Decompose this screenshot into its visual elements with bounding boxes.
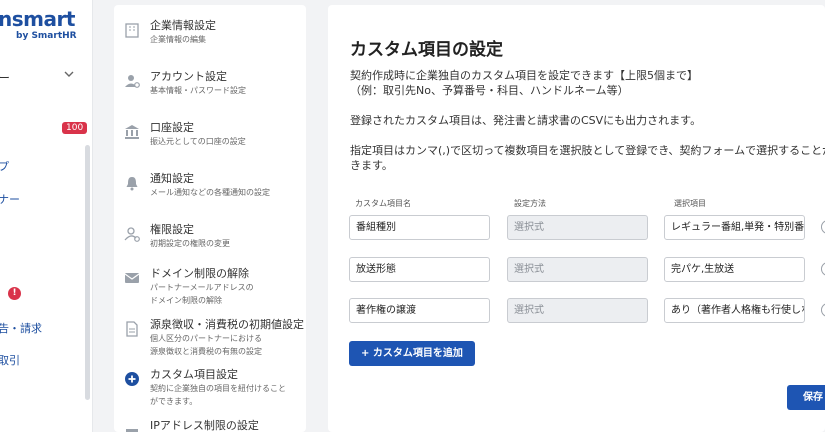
add-custom-field-button[interactable]: + カスタム項目を追加 (349, 341, 475, 366)
menu-item-title: 権限設定 (150, 223, 194, 236)
description-line-3: 登録されたカスタム項目は、発注書と請求書のCSVにも出力されます。 (350, 114, 702, 127)
menu-item-desc-line: 源泉徴収と消費税の有無の設定 (150, 347, 262, 356)
bank-icon (125, 125, 139, 139)
menu-item-title: カスタム項目設定 (150, 368, 238, 381)
custom-field-method-select: 選択式 (507, 298, 648, 323)
menu-item-title: 企業情報設定 (150, 19, 216, 32)
nav-workspace-label[interactable]: ー (0, 69, 10, 86)
nav-item-billing[interactable]: 告・請求 (0, 320, 42, 336)
menu-item-desc: 振込元としての口座の設定 (150, 137, 246, 146)
nav-scrollbar[interactable] (85, 145, 90, 400)
menu-item-desc: 個人区分のパートナーにおける 源泉徴収と消費税の有無の設定 (150, 332, 262, 358)
lock-icon (126, 429, 138, 432)
plus-circle-icon (125, 372, 139, 386)
user-gear-icon (125, 75, 140, 88)
menu-item-desc: 基本情報・パスワード設定 (150, 86, 246, 95)
building-icon (125, 23, 139, 38)
nav-item-partner[interactable]: ナー (0, 191, 20, 207)
remove-row-button[interactable] (821, 262, 825, 276)
description-line-5: きます。 (350, 159, 393, 172)
column-header-options: 選択項目 (674, 199, 706, 208)
chevron-down-icon[interactable] (64, 69, 74, 79)
menu-item-desc-line: パートナーメールアドレスの (150, 283, 254, 292)
menu-item-desc: パートナーメールアドレスの ドメイン制限の解除 (150, 281, 254, 307)
custom-fields-panel: カスタム項目の設定 契約作成時に企業独自のカスタム項目を設定できます【上限5個ま… (328, 5, 825, 432)
save-button[interactable]: 保存 (787, 385, 825, 410)
custom-field-name-input[interactable]: 放送形態 (349, 257, 490, 282)
menu-item-title: アカウント設定 (150, 70, 227, 83)
app-logo[interactable]: nsmart (0, 7, 75, 31)
menu-item-desc: 初期設定の権限の変更 (150, 239, 230, 248)
menu-item-title: 源泉徴収・消費税の初期値設定 (150, 318, 304, 331)
menu-item-desc-line: ドメイン制限の解除 (150, 296, 222, 305)
menu-item-desc-line: ができます。 (150, 397, 198, 406)
column-header-name: カスタム項目名 (355, 199, 411, 208)
description-line-1: 契約作成時に企業独自のカスタム項目を設定できます【上限5個まで】 (350, 69, 698, 82)
menu-item-title: IPアドレス制限の設定 (150, 419, 259, 432)
bell-icon (126, 177, 138, 191)
app-logo-byline: by SmartHR (16, 31, 77, 41)
column-header-method: 設定方法 (514, 199, 546, 208)
menu-item-title: 通知設定 (150, 172, 194, 185)
menu-item-title: ドメイン制限の解除 (150, 267, 249, 280)
remove-row-button[interactable] (821, 220, 825, 234)
custom-field-options-input[interactable]: あり（著作者人格権も行使しない） (664, 298, 805, 323)
custom-field-name-input[interactable]: 番組種別 (349, 215, 490, 240)
user-key-icon (124, 227, 140, 242)
custom-field-name-input[interactable]: 著作権の譲渡 (349, 298, 490, 323)
remove-row-button[interactable] (821, 303, 825, 317)
alert-icon: ! (8, 287, 21, 300)
notification-count-badge: 100 (62, 122, 88, 134)
nav-item-transactions[interactable]: 取引 (0, 352, 20, 368)
custom-field-method-select: 選択式 (507, 215, 648, 240)
menu-item-desc-line: 契約に企業独自の項目を紐付けること (150, 384, 286, 393)
menu-item-title: 口座設定 (150, 121, 194, 134)
settings-menu: 企業情報設定 企業情報の編集 アカウント設定 基本情報・パスワード設定 口座設定… (114, 5, 306, 432)
custom-field-method-select: 選択式 (507, 257, 648, 282)
nav-item-1[interactable]: プ (0, 158, 9, 174)
menu-item-desc: 契約に企業独自の項目を紐付けること ができます。 (150, 382, 286, 408)
menu-item-desc: メール通知などの各種通知の設定 (150, 188, 270, 197)
menu-item-desc-line: 個人区分のパートナーにおける (150, 334, 262, 343)
description-line-4: 指定項目はカンマ(,)で区切って複数項目を選択肢として登録でき、契約フォームで選… (350, 144, 825, 157)
page-title: カスタム項目の設定 (350, 40, 503, 60)
menu-item-desc: 企業情報の編集 (150, 35, 206, 44)
custom-field-options-input[interactable]: 完パケ,生放送 (664, 257, 805, 282)
mail-icon (124, 273, 140, 283)
description-line-2: （例：取引先No、予算番号・科目、ハンドルネーム等） (350, 84, 629, 97)
document-icon (126, 321, 138, 337)
left-navigation: nsmart by SmartHR ー 100 プ ナー ! 告・請求 取引 (0, 0, 93, 432)
custom-field-options-input[interactable]: レギュラー番組,単発・特別番組 (664, 215, 805, 240)
